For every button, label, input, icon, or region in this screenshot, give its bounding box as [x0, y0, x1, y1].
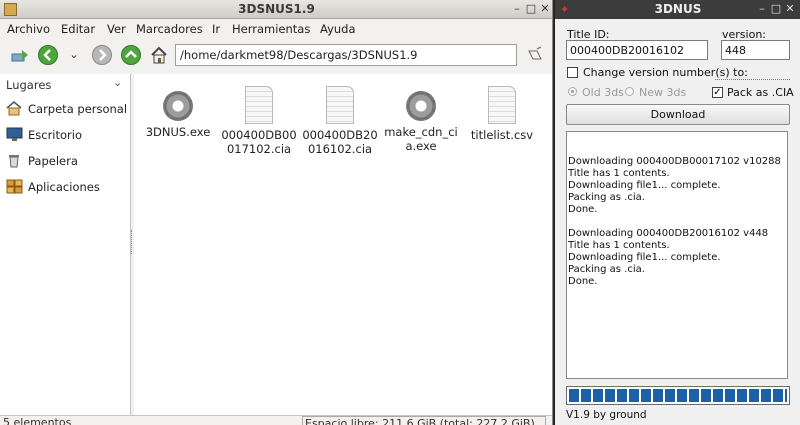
log-line: Title has 1 contents.: [568, 240, 670, 251]
status-bar: 5 elementos Espacio libre: 211,6 GiB (to…: [0, 415, 552, 425]
file-view: 3DNUS.exe 000400DB00017102.cia 000400DB2…: [134, 74, 552, 417]
dnus-titlebar: ✦ 3DNUS – □ ✕: [555, 0, 800, 19]
gear-icon: [163, 91, 193, 121]
old3ds-label: Old 3ds: [582, 86, 624, 99]
document-icon: [245, 86, 273, 124]
log-line: Downloading 000400DB20016102 v448: [568, 228, 769, 239]
file-item-cia-2[interactable]: 000400DB20016102.cia: [299, 82, 381, 156]
clear-path-icon[interactable]: [525, 45, 545, 65]
log-line: Done.: [568, 204, 598, 215]
file-name: 3DNUS.exe: [145, 125, 211, 139]
menu-marcadores[interactable]: Marcadores: [136, 22, 203, 36]
log-line: Downloading file1... complete.: [568, 180, 721, 191]
menu-herramientas[interactable]: Herramientas: [232, 22, 310, 36]
menu-archivo[interactable]: Archivo: [7, 22, 50, 36]
file-item-cia-1[interactable]: 000400DB00017102.cia: [218, 82, 300, 156]
menu-ver[interactable]: Ver: [107, 22, 126, 36]
places-sidebar: Lugares ⌄ Carpeta personal Escritorio Pa…: [0, 74, 131, 417]
sidebar-item-aplicaciones[interactable]: Aplicaciones: [4, 176, 129, 198]
sidebar-item-label: Escritorio: [28, 128, 83, 142]
maximize-icon[interactable]: □: [525, 3, 537, 15]
window-title: 3DSNUS1.9: [238, 2, 315, 16]
file-name: 000400DB20016102.cia: [302, 128, 378, 156]
sidebar-header: Lugares: [6, 78, 52, 92]
change-version-checkbox[interactable]: [567, 67, 578, 78]
file-item-titlelist-csv[interactable]: titlelist.csv: [461, 82, 543, 142]
desktop-icon: [6, 127, 23, 142]
home-icon[interactable]: [149, 45, 169, 65]
new3ds-label: New 3ds: [639, 86, 687, 99]
file-manager-window: 3DSNUS1.9 – □ ✕ Archivo Editar Ver Marca…: [0, 0, 553, 425]
progress-fill: [569, 389, 787, 402]
gear-icon: [406, 91, 436, 121]
menu-ir[interactable]: Ir: [212, 22, 220, 36]
sidebar-item-escritorio[interactable]: Escritorio: [4, 124, 129, 146]
log-line: Title has 1 contents.: [568, 168, 670, 179]
file-name: make_cdn_cia.exe: [384, 125, 458, 153]
change-version-input[interactable]: [715, 62, 790, 80]
new3ds-radio[interactable]: [625, 87, 634, 96]
file-name: titlelist.csv: [470, 128, 534, 142]
pack-cia-label: Pack as .CIA: [727, 86, 794, 99]
minimize-icon[interactable]: –: [511, 3, 523, 15]
sidebar-item-papelera[interactable]: Papelera: [4, 150, 129, 172]
pack-cia-checkbox[interactable]: ✓: [712, 87, 723, 98]
sidebar-item-label: Carpeta personal: [28, 102, 128, 116]
menu-editar[interactable]: Editar: [61, 22, 95, 36]
document-icon: [326, 86, 354, 124]
document-icon: [488, 86, 516, 124]
sidebar-item-carpeta-personal[interactable]: Carpeta personal: [4, 98, 129, 120]
title-id-input[interactable]: 000400DB20016102: [566, 40, 708, 60]
file-item-make-cdn-cia[interactable]: make_cdn_cia.exe: [380, 82, 462, 153]
sidebar-item-label: Aplicaciones: [28, 180, 100, 194]
item-count: 5 elementos: [3, 416, 72, 425]
download-button[interactable]: Download: [566, 104, 790, 125]
file-name: 000400DB00017102.cia: [221, 128, 297, 156]
chevron-down-icon[interactable]: ⌄: [113, 76, 122, 89]
version-footer: V1.9 by ground: [566, 409, 647, 421]
download-progress-bar: [566, 386, 790, 405]
home-folder-icon: [6, 101, 23, 116]
close-icon[interactable]: ✕: [784, 3, 796, 15]
history-dropdown-icon[interactable]: ⌄: [64, 45, 84, 65]
up-icon[interactable]: [121, 45, 141, 65]
log-output[interactable]: Downloading 000400DB00017102 v10288 Titl…: [566, 131, 788, 379]
menu-ayuda[interactable]: Ayuda: [320, 22, 356, 36]
free-space: Espacio libre: 211,6 GiB (total: 227,2 G…: [302, 416, 546, 425]
maximize-icon[interactable]: □: [770, 3, 782, 15]
sidebar-item-label: Papelera: [28, 154, 78, 168]
log-line: Packing as .cia.: [568, 192, 645, 203]
applications-icon: [6, 179, 23, 194]
new-tab-icon[interactable]: [10, 45, 30, 65]
log-line: Done.: [568, 276, 598, 287]
forward-icon[interactable]: [92, 45, 112, 65]
log-line: Downloading 000400DB00017102 v10288: [568, 156, 781, 167]
close-icon[interactable]: ✕: [539, 3, 551, 15]
menu-bar: Archivo Editar Ver Marcadores Ir Herrami…: [0, 19, 552, 39]
trash-icon: [6, 153, 23, 168]
log-line: Packing as .cia.: [568, 264, 645, 275]
file-item-3dnus-exe[interactable]: 3DNUS.exe: [137, 82, 219, 139]
file-manager-titlebar: 3DSNUS1.9 – □ ✕: [0, 0, 552, 19]
version-input[interactable]: 448: [721, 40, 790, 60]
old3ds-radio[interactable]: [568, 87, 577, 96]
minimize-icon[interactable]: –: [756, 3, 768, 15]
log-line: Downloading file1... complete.: [568, 252, 721, 263]
back-icon[interactable]: [38, 45, 58, 65]
path-input[interactable]: /home/darkmet98/Descargas/3DSNUS1.9: [175, 44, 517, 66]
dnus-window: ✦ 3DNUS – □ ✕ Title ID: 000400DB20016102…: [554, 0, 800, 425]
